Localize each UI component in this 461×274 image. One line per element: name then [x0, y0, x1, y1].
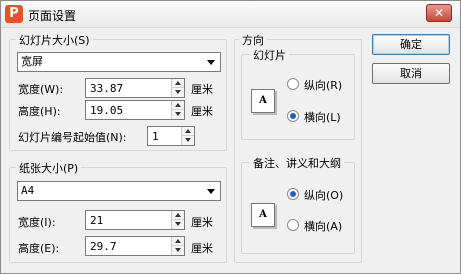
- paper-width-spinner: [171, 211, 184, 229]
- notes-orientation-group: 备注、讲义和大纲 A 纵向(O) 横向(A): [241, 155, 355, 254]
- decrement-button[interactable]: [172, 246, 184, 255]
- slide-height-spinner: [171, 101, 184, 119]
- notes-landscape-radio[interactable]: [287, 219, 299, 231]
- slide-size-selected: 宽屏: [21, 55, 43, 68]
- start-number-spinner: [181, 127, 194, 145]
- chevron-down-icon: [207, 60, 215, 65]
- notes-orientation-heading: 备注、讲义和大纲: [250, 155, 344, 171]
- paper-height-value: 29.7: [90, 240, 117, 253]
- slide-height-unit: 厘米: [191, 105, 213, 118]
- paper-width-value: 21: [90, 214, 104, 227]
- arrow-up-icon: [175, 103, 181, 107]
- dialog-title: 页面设置: [28, 9, 77, 23]
- slide-size-group: 幻灯片大小(S) 宽屏 宽度(W): 33.87 厘米 高度(H): 19.05…: [9, 32, 227, 151]
- arrow-down-icon: [185, 138, 191, 142]
- page-setup-dialog: P 页面设置 ✕ 幻灯片大小(S) 宽屏 宽度(W): 33.87 厘米 高度(…: [0, 0, 461, 274]
- title-bar: P 页面设置 ✕: [1, 1, 460, 28]
- decrement-button[interactable]: [172, 220, 184, 229]
- arrow-down-icon: [175, 90, 181, 94]
- orientation-legend: 方向: [239, 32, 267, 48]
- orientation-group: 方向 幻灯片 A 纵向(R) 横向(L) 备注、讲义和大纲 A 纵向(O) 横向…: [234, 32, 362, 263]
- decrement-button[interactable]: [182, 136, 194, 145]
- start-number-input[interactable]: 1: [147, 126, 195, 146]
- wps-presentation-icon: P: [5, 5, 23, 23]
- cancel-button[interactable]: 取消: [372, 63, 450, 84]
- paper-size-legend: 纸张大小(P): [16, 160, 82, 176]
- chevron-down-icon: [207, 189, 215, 194]
- slides-orientation-group: 幻灯片 A 纵向(R) 横向(L): [241, 47, 355, 140]
- arrow-down-icon: [175, 222, 181, 226]
- slides-portrait-radio[interactable]: [287, 78, 299, 90]
- arrow-down-icon: [175, 112, 181, 116]
- slides-portrait-label: 纵向(R): [304, 79, 343, 92]
- decrement-button[interactable]: [172, 110, 184, 119]
- start-number-value: 1: [152, 130, 159, 143]
- slide-size-legend: 幻灯片大小(S): [16, 32, 93, 48]
- slide-height-label: 高度(H):: [18, 105, 61, 118]
- notes-landscape-label: 横向(A): [304, 220, 343, 233]
- slide-width-input[interactable]: 33.87: [85, 78, 185, 98]
- increment-button[interactable]: [182, 127, 194, 136]
- arrow-up-icon: [185, 129, 191, 133]
- paper-width-input[interactable]: 21: [85, 210, 185, 230]
- decrement-button[interactable]: [172, 88, 184, 97]
- paper-height-unit: 厘米: [191, 242, 213, 255]
- slide-width-unit: 厘米: [191, 83, 213, 96]
- arrow-up-icon: [175, 239, 181, 243]
- slides-landscape-radio[interactable]: [287, 110, 299, 122]
- increment-button[interactable]: [172, 211, 184, 220]
- slide-height-input[interactable]: 19.05: [85, 100, 185, 120]
- ok-button[interactable]: 确定: [372, 34, 450, 55]
- slide-size-select[interactable]: 宽屏: [17, 52, 221, 72]
- arrow-down-icon: [175, 248, 181, 252]
- paper-height-spinner: [171, 237, 184, 255]
- increment-button[interactable]: [172, 237, 184, 246]
- slides-orientation-heading: 幻灯片: [250, 47, 289, 63]
- increment-button[interactable]: [172, 79, 184, 88]
- arrow-up-icon: [175, 213, 181, 217]
- paper-size-select[interactable]: A4: [17, 181, 221, 201]
- portrait-page-icon: A: [251, 203, 275, 227]
- paper-size-group: 纸张大小(P) A4 宽度(I): 21 厘米 高度(E): 29.7 厘米: [9, 160, 227, 263]
- close-button[interactable]: ✕: [426, 4, 452, 22]
- notes-portrait-label: 纵向(O): [304, 189, 344, 202]
- slide-width-spinner: [171, 79, 184, 97]
- slide-width-value: 33.87: [90, 82, 124, 95]
- slides-landscape-label: 横向(L): [304, 111, 341, 124]
- slide-width-label: 宽度(W):: [18, 83, 64, 96]
- paper-width-unit: 厘米: [191, 216, 213, 229]
- increment-button[interactable]: [172, 101, 184, 110]
- paper-height-label: 高度(E):: [18, 242, 60, 255]
- slide-height-value: 19.05: [90, 104, 124, 117]
- paper-size-selected: A4: [21, 184, 35, 197]
- paper-width-label: 宽度(I):: [18, 216, 56, 229]
- landscape-page-icon: A: [251, 89, 275, 113]
- arrow-up-icon: [175, 81, 181, 85]
- start-number-label: 幻灯片编号起始值(N):: [18, 131, 127, 144]
- paper-height-input[interactable]: 29.7: [85, 236, 185, 256]
- notes-portrait-radio[interactable]: [287, 188, 299, 200]
